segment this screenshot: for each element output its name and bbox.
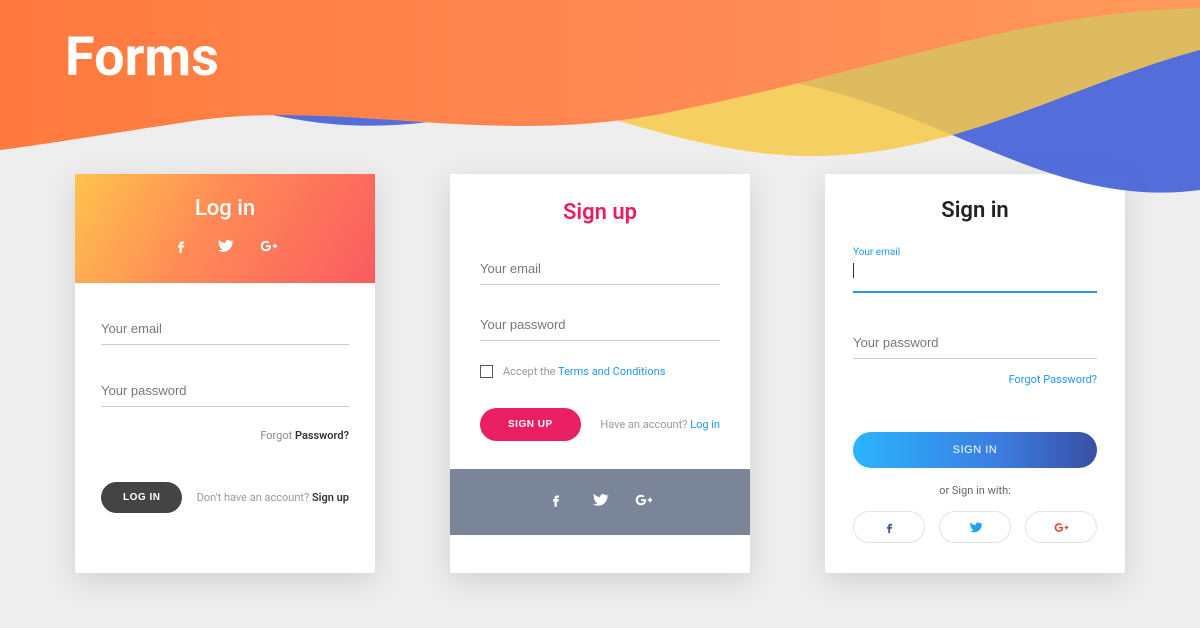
forgot-password-link[interactable]: Forgot Password? [101, 429, 349, 442]
password-input[interactable] [853, 327, 1097, 359]
signup-link[interactable]: Sign up [312, 491, 349, 504]
twitter-icon[interactable] [216, 237, 234, 259]
login-header: Log in [75, 174, 375, 283]
signin-button[interactable]: SIGN IN [853, 432, 1097, 468]
twitter-button[interactable] [939, 511, 1011, 543]
terms-link[interactable]: Terms and Conditions [558, 365, 665, 378]
signup-card: Sign up Accept the Terms and Conditions … [450, 174, 750, 573]
signup-footer [450, 469, 750, 535]
text-cursor [853, 263, 854, 278]
login-link[interactable]: Log in [690, 418, 720, 431]
page-title: Forms [65, 26, 219, 89]
forgot-password-link[interactable]: Forgot Password? [853, 373, 1097, 386]
signup-button[interactable]: SIGN UP [480, 408, 581, 441]
google-plus-button[interactable] [1025, 511, 1097, 543]
terms-label: Accept the Terms and Conditions [503, 365, 665, 378]
google-plus-icon[interactable] [260, 237, 278, 259]
terms-checkbox[interactable] [480, 365, 493, 378]
signin-title: Sign in [853, 198, 1097, 223]
facebook-icon[interactable] [547, 491, 565, 513]
login-button[interactable]: LOG IN [101, 482, 182, 513]
login-title: Log in [75, 196, 375, 221]
or-signin-with-label: or Sign in with: [853, 484, 1097, 497]
twitter-icon[interactable] [591, 491, 609, 513]
password-field [853, 327, 1097, 359]
email-field: Your email [853, 247, 1097, 293]
email-input[interactable] [480, 253, 720, 285]
signup-prompt: Don't have an account? Sign up [197, 491, 349, 504]
email-field [101, 313, 349, 345]
password-input[interactable] [101, 375, 349, 407]
email-label: Your email [853, 247, 1097, 258]
signin-card: Sign in Your email Forgot Password? SIGN… [825, 174, 1125, 573]
email-input[interactable] [853, 260, 1097, 293]
email-input[interactable] [101, 313, 349, 345]
password-field [480, 309, 720, 341]
login-card: Log in Forgot Password? LOG IN Don't hav… [75, 174, 375, 573]
email-field [480, 253, 720, 285]
facebook-button[interactable] [853, 511, 925, 543]
password-field [101, 375, 349, 407]
signup-title: Sign up [480, 200, 720, 225]
google-plus-icon[interactable] [635, 491, 653, 513]
facebook-icon[interactable] [172, 237, 190, 259]
login-prompt: Have an account? Log in [600, 418, 720, 431]
password-input[interactable] [480, 309, 720, 341]
